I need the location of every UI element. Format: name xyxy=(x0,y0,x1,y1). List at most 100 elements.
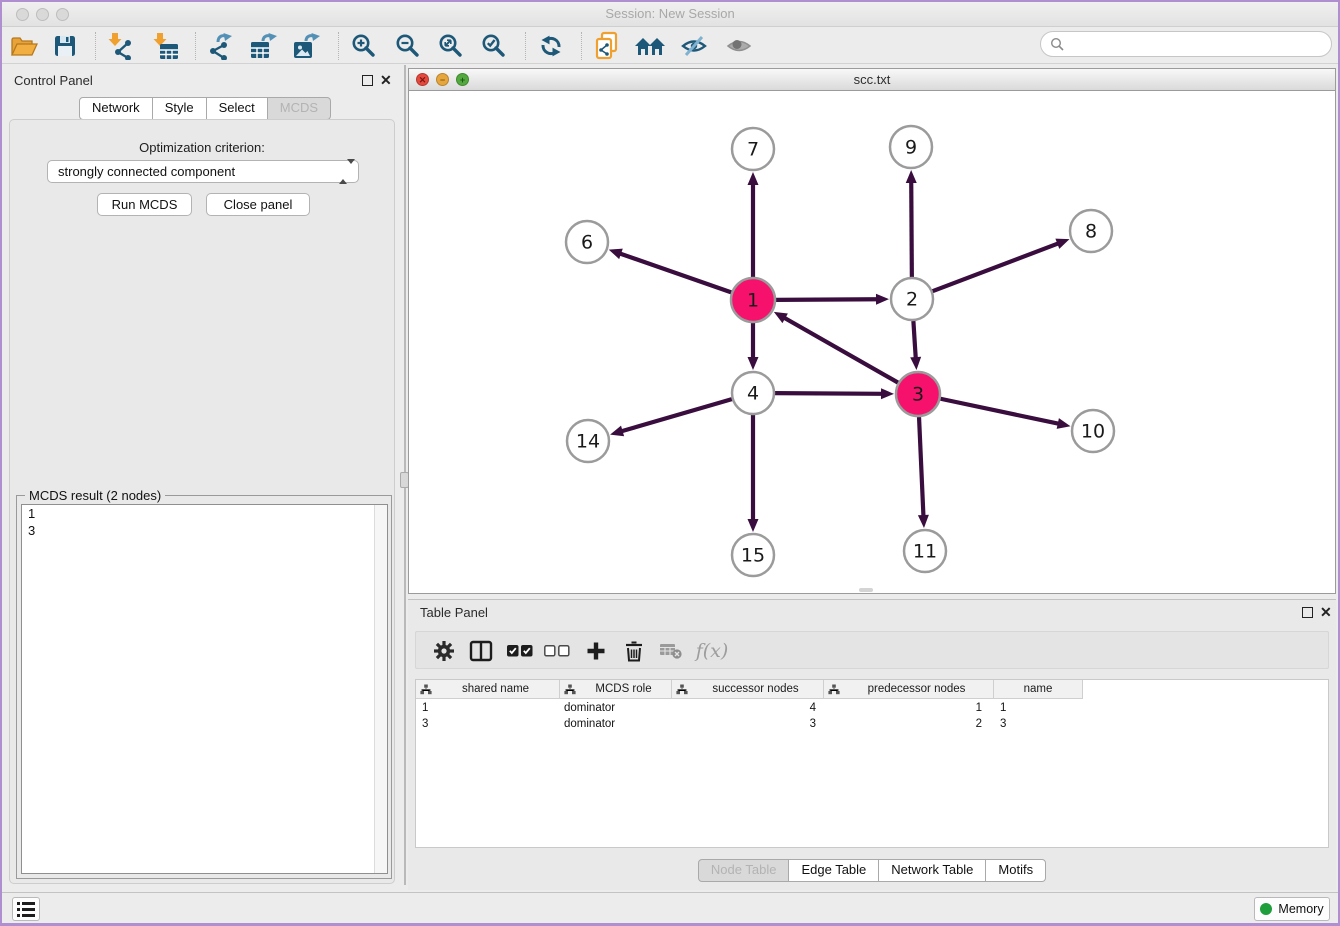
criterion-dropdown[interactable]: strongly connected component xyxy=(47,160,359,183)
cell-mcds-role: dominator xyxy=(564,716,615,732)
refresh-layout-icon[interactable] xyxy=(534,31,568,61)
column-header-mcds-role[interactable]: MCDS role xyxy=(560,680,672,699)
arrowhead-icon xyxy=(910,357,921,370)
split-columns-icon[interactable] xyxy=(466,637,496,665)
delete-table-icon[interactable] xyxy=(656,637,686,665)
edge-4-to-3[interactable] xyxy=(775,393,883,394)
save-session-icon[interactable] xyxy=(48,31,82,61)
export-image-icon[interactable] xyxy=(290,31,324,61)
search-input[interactable] xyxy=(1064,37,1314,52)
delete-column-trash-icon[interactable] xyxy=(619,637,649,665)
edge-1-to-6[interactable] xyxy=(619,253,731,292)
arrowhead-icon xyxy=(876,294,889,305)
arrowhead-icon xyxy=(1057,418,1071,429)
tree-icon xyxy=(676,684,688,695)
export-table-icon[interactable] xyxy=(247,31,281,61)
graph-node-label: 11 xyxy=(913,541,937,563)
tree-icon xyxy=(420,684,432,695)
network-window-title: scc.txt xyxy=(409,72,1335,87)
settings-gear-icon[interactable] xyxy=(429,637,459,665)
tree-icon xyxy=(564,684,576,695)
result-scrollbar[interactable] xyxy=(374,505,387,873)
graph-node-label: 14 xyxy=(576,431,600,453)
control-panel-close-button[interactable]: ✕ xyxy=(380,74,392,86)
graph-node-label: 6 xyxy=(581,232,593,254)
memory-status-icon xyxy=(1260,903,1272,915)
column-header-successor-nodes[interactable]: successor nodes xyxy=(672,680,824,699)
fx-label: f(x) xyxy=(696,640,729,662)
app-titlebar: Session: New Session xyxy=(2,2,1338,27)
zoom-selected-icon[interactable] xyxy=(477,31,511,61)
export-network-icon[interactable] xyxy=(203,31,237,61)
tab-motifs[interactable]: Motifs xyxy=(986,859,1046,882)
import-network-icon[interactable] xyxy=(103,31,137,61)
task-history-button[interactable] xyxy=(12,897,40,921)
toolbar-separator xyxy=(581,32,582,60)
arrowhead-icon xyxy=(748,357,759,370)
edge-2-to-8[interactable] xyxy=(933,243,1060,291)
control-panel-tabs: Network Style Select MCDS xyxy=(79,97,331,120)
function-builder-icon[interactable]: f(x) xyxy=(692,637,732,665)
column-header-name[interactable]: name xyxy=(994,680,1083,699)
run-mcds-button[interactable]: Run MCDS xyxy=(97,193,192,216)
column-header-predecessor-nodes[interactable]: predecessor nodes xyxy=(824,680,994,699)
edge-1-to-2[interactable] xyxy=(776,299,878,300)
graph-node-label: 1 xyxy=(747,290,759,312)
table-row[interactable]: 3 dominator 3 2 3 xyxy=(416,716,1328,732)
cell-name: 1 xyxy=(1000,700,1006,716)
table-panel-float-button[interactable] xyxy=(1302,607,1313,618)
mcds-result-title: MCDS result (2 nodes) xyxy=(25,488,165,503)
tab-network[interactable]: Network xyxy=(79,97,153,120)
zoom-out-icon[interactable] xyxy=(391,31,425,61)
network-window-titlebar[interactable]: ✕ − + scc.txt xyxy=(409,69,1335,91)
edge-4-to-14[interactable] xyxy=(621,399,732,431)
arrowhead-icon xyxy=(918,515,929,528)
graph-node-label: 4 xyxy=(747,383,759,405)
graph-node-label: 10 xyxy=(1081,421,1105,443)
tab-style[interactable]: Style xyxy=(153,97,207,120)
control-panel-float-button[interactable] xyxy=(362,75,373,86)
close-panel-button[interactable]: Close panel xyxy=(206,193,310,216)
zoom-fit-icon[interactable] xyxy=(434,31,468,61)
table-panel-close-button[interactable]: ✕ xyxy=(1320,606,1332,618)
home-view-icon[interactable] xyxy=(633,31,667,61)
add-column-icon[interactable] xyxy=(581,637,611,665)
app-window: Session: New Session xyxy=(2,2,1338,923)
deselect-checkboxes-icon[interactable] xyxy=(542,637,572,665)
result-line: 3 xyxy=(22,522,387,539)
node-table[interactable]: shared name MCDS role successor nodes pr… xyxy=(415,679,1329,848)
zoom-in-icon[interactable] xyxy=(347,31,381,61)
mcds-result-list[interactable]: 1 3 xyxy=(21,504,388,874)
edge-3-to-11[interactable] xyxy=(919,417,923,517)
clone-network-icon[interactable] xyxy=(590,31,624,61)
open-file-icon[interactable] xyxy=(7,31,41,61)
edge-3-to-1[interactable] xyxy=(783,317,898,382)
status-bar: Memory xyxy=(2,892,1338,923)
tab-mcds[interactable]: MCDS xyxy=(268,97,331,120)
network-canvas[interactable]: 7968124314101511 xyxy=(409,91,1335,593)
cell-predecessor-nodes: 1 xyxy=(824,700,982,716)
table-row[interactable]: 1 dominator 4 1 1 xyxy=(416,700,1328,716)
show-all-icon[interactable] xyxy=(722,31,756,61)
result-line: 1 xyxy=(22,505,387,522)
toolbar-separator xyxy=(338,32,339,60)
table-toolbar: f(x) xyxy=(415,631,1329,669)
tab-network-table[interactable]: Network Table xyxy=(879,859,986,882)
search-field[interactable] xyxy=(1040,31,1332,57)
edge-3-to-10[interactable] xyxy=(941,399,1060,424)
column-header-shared-name[interactable]: shared name xyxy=(416,680,560,699)
edge-2-to-9[interactable] xyxy=(911,181,912,277)
select-all-checkboxes-icon[interactable] xyxy=(505,637,535,665)
tab-edge-table[interactable]: Edge Table xyxy=(789,859,879,882)
cell-name: 3 xyxy=(1000,716,1006,732)
table-panel-tabs: Node Table Edge Table Network Table Moti… xyxy=(408,859,1336,882)
hide-selected-icon[interactable] xyxy=(677,31,711,61)
tab-node-table[interactable]: Node Table xyxy=(698,859,790,882)
mcds-result-group: MCDS result (2 nodes) 1 3 xyxy=(16,495,392,879)
canvas-scroll-grip[interactable] xyxy=(859,588,873,592)
edge-2-to-3[interactable] xyxy=(913,321,915,359)
memory-button[interactable]: Memory xyxy=(1254,897,1330,921)
control-panel-header: Control Panel ✕ xyxy=(2,65,406,95)
tab-select[interactable]: Select xyxy=(207,97,268,120)
import-table-icon[interactable] xyxy=(148,31,182,61)
